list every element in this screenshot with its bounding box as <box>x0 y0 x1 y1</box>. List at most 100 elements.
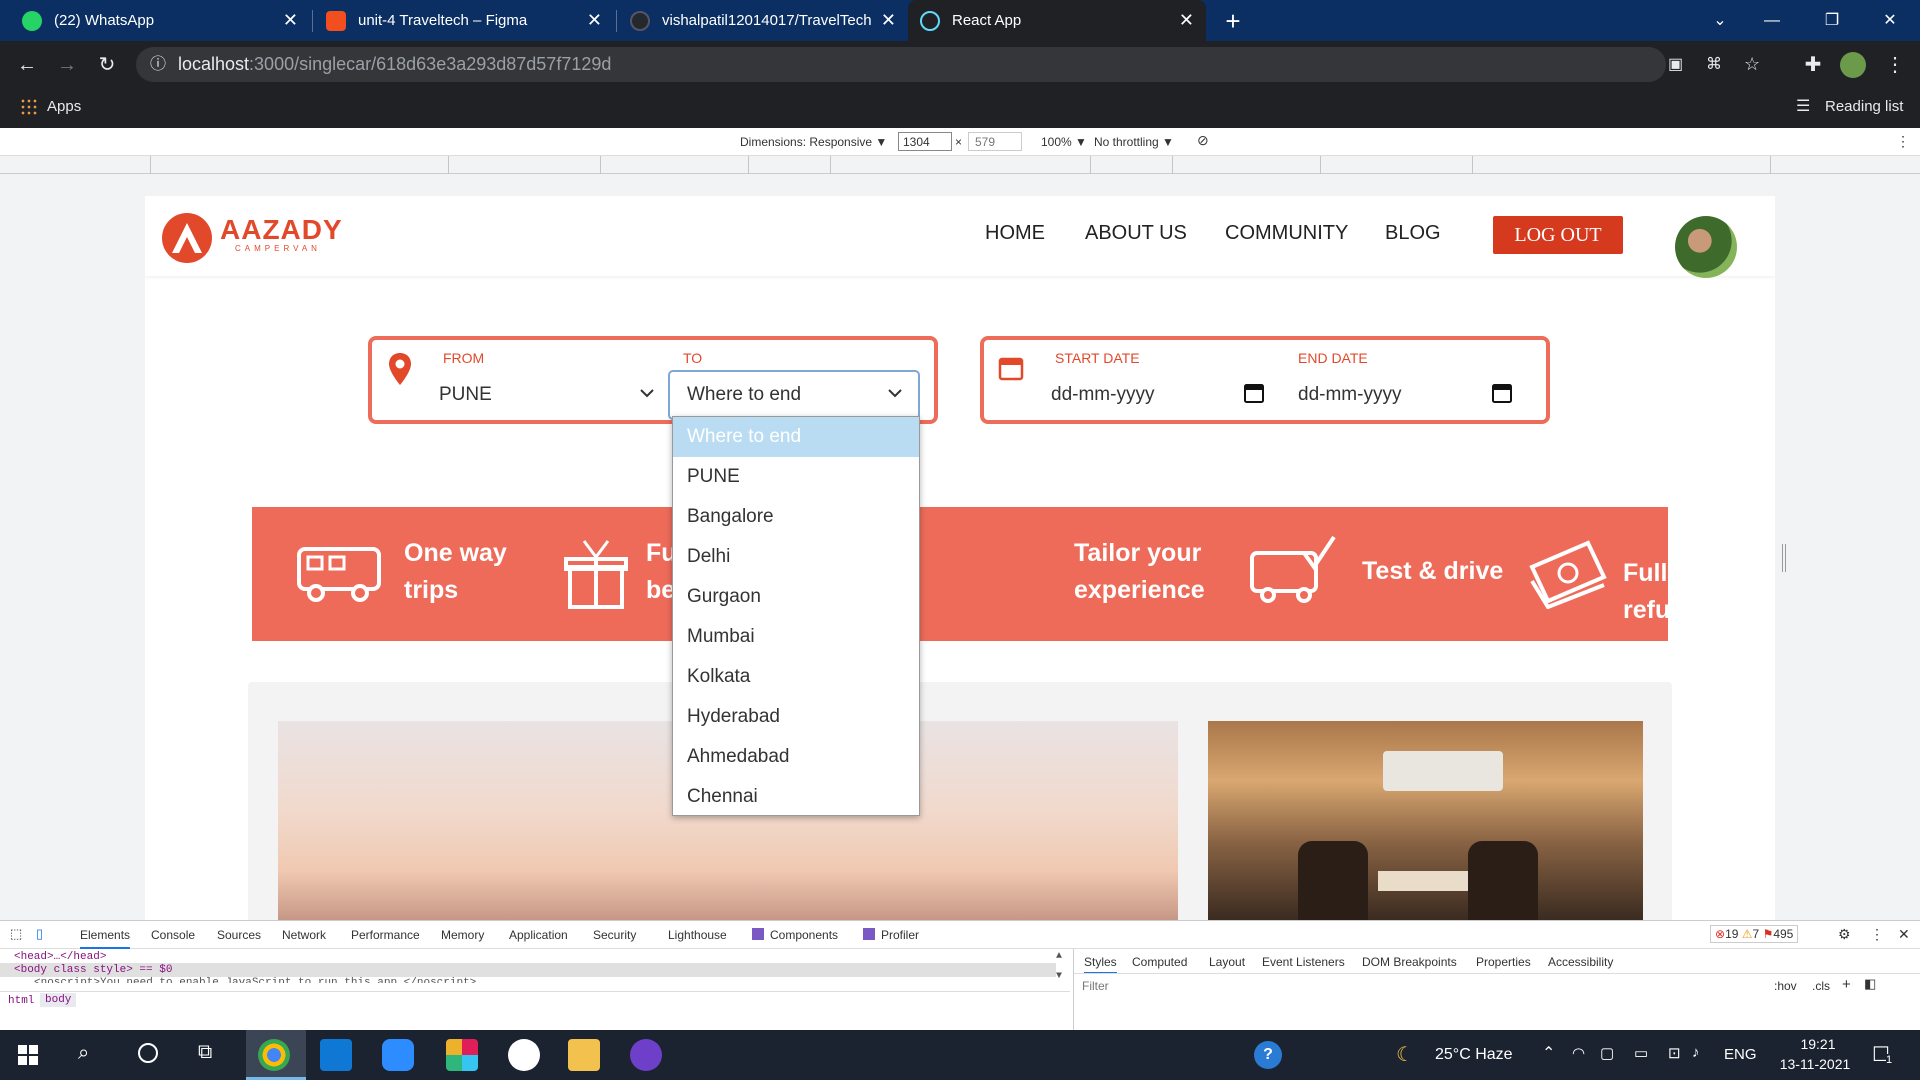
language-indicator[interactable]: ENG <box>1724 1046 1757 1063</box>
from-select[interactable]: PUNE <box>439 384 492 406</box>
github-desktop-taskbar-icon[interactable] <box>630 1039 662 1071</box>
devtools-tab-components[interactable]: Components <box>770 928 838 942</box>
mongodb-taskbar-icon[interactable] <box>508 1039 540 1071</box>
slack-taskbar-icon[interactable] <box>446 1039 478 1071</box>
tab-figma[interactable]: unit-4 Traveltech – Figma ✕ <box>314 0 614 41</box>
devtools-tab-security[interactable]: Security <box>593 928 636 942</box>
properties-tab[interactable]: Properties <box>1476 955 1531 969</box>
blocked-popup-icon[interactable]: ▣ <box>1668 47 1683 82</box>
dropdown-option[interactable]: Mumbai <box>673 617 919 657</box>
dropdown-option[interactable]: Hyderabad <box>673 697 919 737</box>
sidebar-toggle-icon[interactable]: ◧ <box>1864 976 1876 992</box>
computed-tab[interactable]: Computed <box>1132 955 1187 969</box>
dom-node-body[interactable]: <body class style> == $0 <box>14 964 172 976</box>
logout-button[interactable]: LOG OUT <box>1493 216 1623 254</box>
zoom-select[interactable]: 100% ▼ <box>1041 135 1087 149</box>
nav-community[interactable]: COMMUNITY <box>1225 222 1348 245</box>
dropdown-option[interactable]: PUNE <box>673 457 919 497</box>
to-select-value[interactable]: Where to end <box>687 384 801 406</box>
breadcrumb-body[interactable]: body <box>40 993 77 1007</box>
devtools-tab-elements[interactable]: Elements <box>80 928 131 949</box>
menu-dots-icon[interactable]: ⋮ <box>1882 52 1908 78</box>
logo-text[interactable]: AAZADY <box>220 214 343 246</box>
more-options-icon[interactable]: ⋮ <box>1870 926 1884 943</box>
apps-label[interactable]: Apps <box>47 98 81 115</box>
search-icon[interactable]: ⌕ <box>78 1042 89 1065</box>
tab-search-icon[interactable]: ⌄ <box>1694 0 1746 41</box>
clock-date[interactable]: 13-11-2021 <box>1770 1056 1860 1072</box>
dom-breakpoints-tab[interactable]: DOM Breakpoints <box>1362 955 1457 969</box>
logo-icon[interactable] <box>162 213 212 263</box>
reading-list-icon[interactable]: ☰ <box>1796 96 1810 116</box>
file-explorer-taskbar-icon[interactable] <box>568 1039 600 1071</box>
forward-icon[interactable]: → <box>54 52 80 78</box>
dropdown-option[interactable]: Bangalore <box>673 497 919 537</box>
dropdown-option[interactable]: Where to end <box>673 417 919 457</box>
close-icon[interactable]: ✕ <box>283 10 298 31</box>
close-icon[interactable]: ✕ <box>587 10 602 31</box>
restore-button[interactable]: ❐ <box>1806 0 1858 41</box>
address-bar[interactable]: ⓘ localhost:3000/singlecar/618d63e3a293d… <box>136 47 1760 82</box>
scroll-down-icon[interactable]: ▼ <box>1056 971 1062 982</box>
display-icon[interactable]: ⊡ <box>1668 1044 1681 1062</box>
dom-node-head[interactable]: <head>…</head> <box>14 951 106 963</box>
tab-whatsapp[interactable]: (22) WhatsApp ✕ <box>10 0 310 41</box>
close-icon[interactable]: ✕ <box>1179 10 1194 31</box>
calendar-picker-icon[interactable] <box>1243 382 1265 404</box>
devtools-tab-profiler[interactable]: Profiler <box>881 928 919 942</box>
width-input[interactable]: 1304 <box>898 132 952 151</box>
layout-tab[interactable]: Layout <box>1209 955 1245 969</box>
cls-toggle[interactable]: .cls <box>1812 979 1830 993</box>
tab-github[interactable]: vishalpatil12014017/TravelTech ✕ <box>618 0 908 41</box>
devtools-tab-console[interactable]: Console <box>151 928 195 942</box>
resize-handle-right[interactable] <box>1782 544 1786 572</box>
devtools-tab-network[interactable]: Network <box>282 928 326 942</box>
volume-icon[interactable]: ♪ <box>1692 1044 1700 1061</box>
event-listeners-tab[interactable]: Event Listeners <box>1262 955 1345 969</box>
reload-icon[interactable]: ↻ <box>94 52 120 78</box>
vscode-taskbar-icon[interactable] <box>320 1039 352 1071</box>
dropdown-option[interactable]: Ahmedabad <box>673 737 919 777</box>
dropdown-option[interactable]: Chennai <box>673 777 919 817</box>
close-devtools-icon[interactable]: ✕ <box>1898 926 1910 943</box>
devtools-tab-sources[interactable]: Sources <box>217 928 261 942</box>
weather-text[interactable]: 25°C Haze <box>1435 1046 1513 1064</box>
styles-filter-input[interactable]: Filter <box>1082 979 1109 993</box>
apps-grid-icon[interactable] <box>20 98 38 116</box>
cortana-icon[interactable] <box>138 1043 158 1063</box>
battery-icon[interactable]: ▭ <box>1634 1044 1648 1062</box>
dropdown-option[interactable]: Gurgaon <box>673 577 919 617</box>
scroll-up-icon[interactable]: ▲ <box>1056 951 1062 962</box>
styles-tab[interactable]: Styles <box>1084 955 1117 974</box>
breadcrumb-html[interactable]: html <box>8 995 34 1007</box>
tab-react-app[interactable]: React App ✕ <box>908 0 1206 41</box>
profile-avatar[interactable] <box>1840 52 1866 78</box>
back-icon[interactable]: ← <box>14 52 40 78</box>
close-window-button[interactable]: ✕ <box>1864 0 1916 41</box>
nav-about-us[interactable]: ABOUT US <box>1085 222 1187 245</box>
help-icon[interactable]: ? <box>1254 1041 1282 1069</box>
add-rule-icon[interactable]: + <box>1842 976 1851 993</box>
meet-icon[interactable]: ▢ <box>1600 1044 1614 1062</box>
extensions-icon[interactable]: ✚ <box>1800 52 1826 78</box>
hov-toggle[interactable]: :hov <box>1774 979 1797 993</box>
more-options-icon[interactable]: ⋮ <box>1896 133 1910 150</box>
start-date-input[interactable]: dd-mm-yyyy <box>1051 384 1154 406</box>
bookmark-star-icon[interactable]: ☆ <box>1744 47 1760 82</box>
network-icon[interactable]: ◠ <box>1572 1044 1585 1062</box>
translate-icon[interactable]: ⌘ <box>1706 47 1722 82</box>
throttling-select[interactable]: No throttling ▼ <box>1094 135 1174 149</box>
devtools-tab-lighthouse[interactable]: Lighthouse <box>668 928 727 942</box>
dropdown-option[interactable]: Delhi <box>673 537 919 577</box>
minimize-button[interactable]: — <box>1746 0 1798 41</box>
devtools-tab-memory[interactable]: Memory <box>441 928 484 942</box>
zoom-taskbar-icon[interactable] <box>382 1039 414 1071</box>
end-date-input[interactable]: dd-mm-yyyy <box>1298 384 1401 406</box>
chrome-taskbar-icon[interactable] <box>258 1039 290 1071</box>
height-input[interactable]: 579 <box>968 132 1022 151</box>
chevron-down-icon[interactable] <box>639 387 655 399</box>
rotate-icon[interactable]: ⊘ <box>1197 132 1209 149</box>
dom-node-noscript[interactable]: <noscript>You need to enable JavaScript … <box>34 977 476 983</box>
windows-start-icon[interactable] <box>18 1045 38 1065</box>
devtools-tab-performance[interactable]: Performance <box>351 928 420 942</box>
